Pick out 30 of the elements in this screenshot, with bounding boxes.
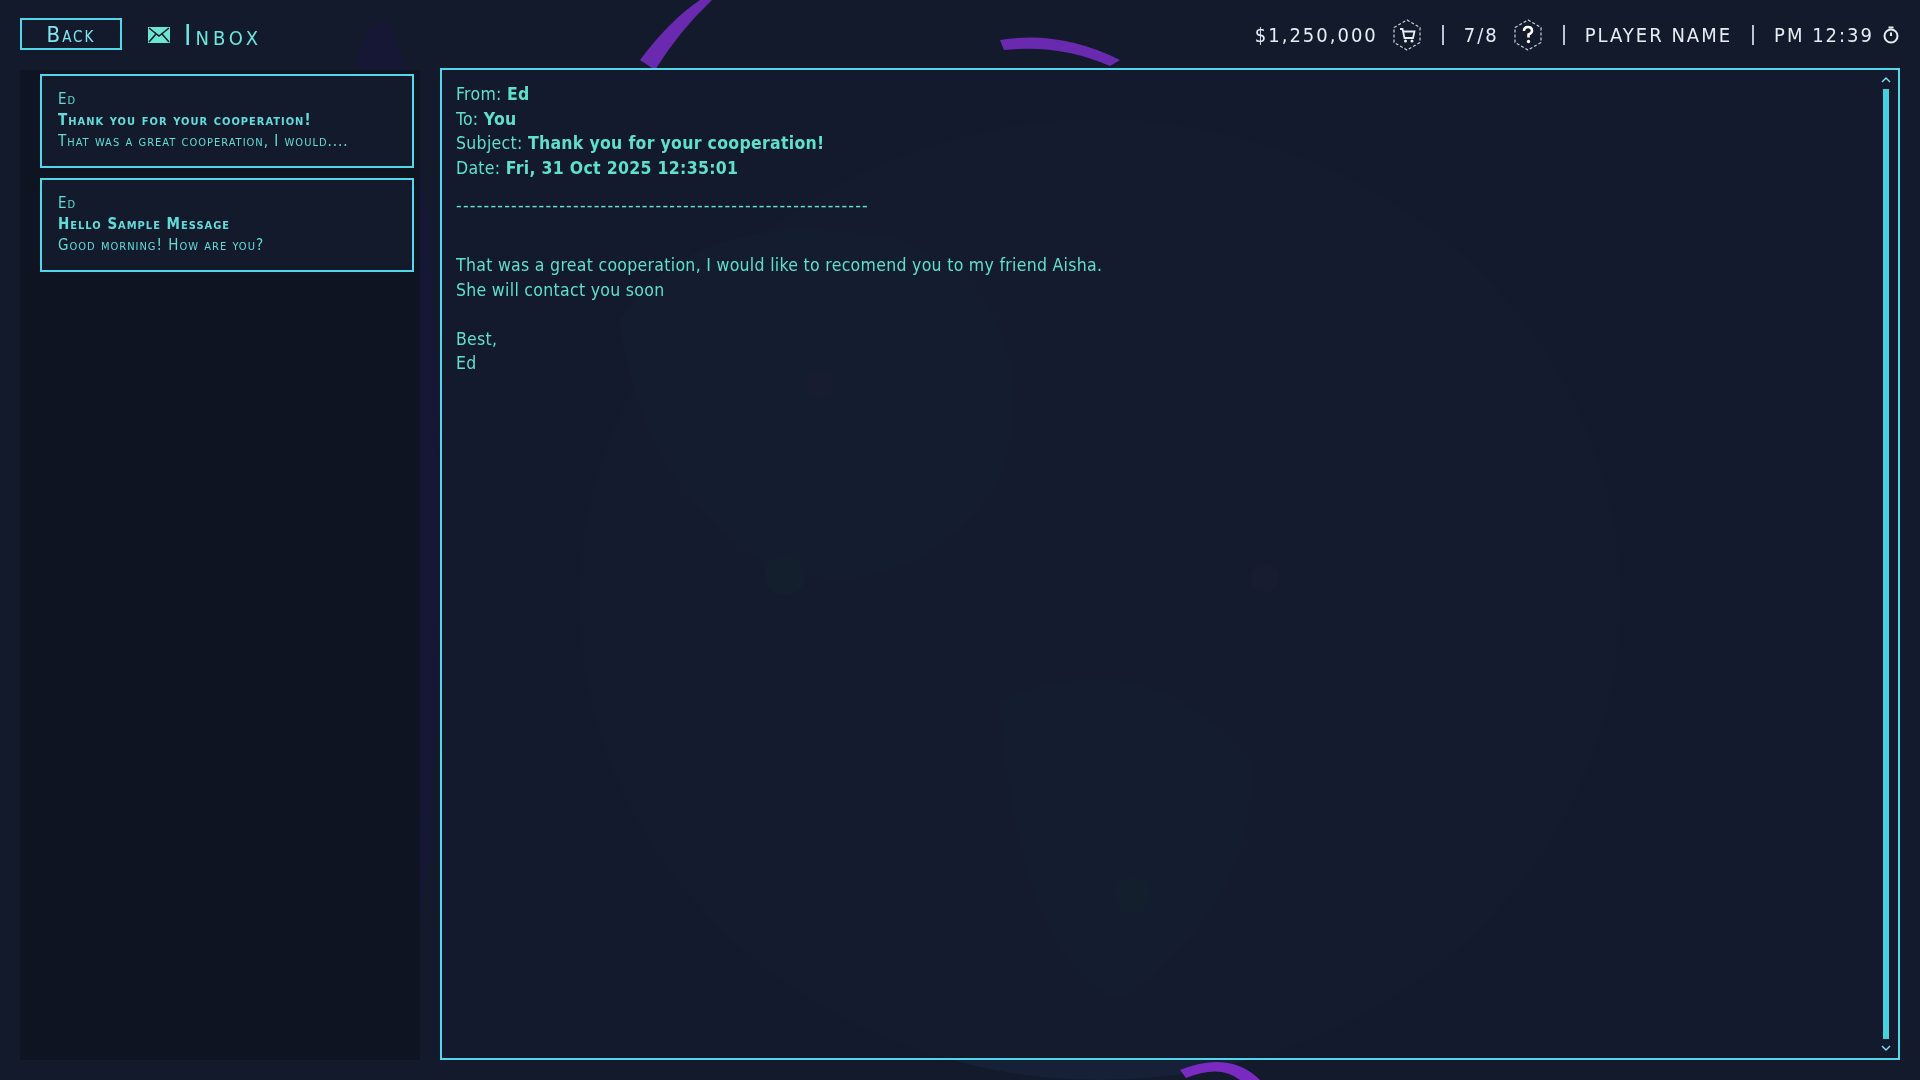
progress-count: 7/8 bbox=[1463, 23, 1499, 47]
money-amount: $1,250,000 bbox=[1254, 23, 1378, 47]
message-sender: Ed bbox=[58, 194, 78, 212]
email-body-line: She will contact you soon bbox=[456, 278, 666, 302]
help-icon[interactable] bbox=[1512, 19, 1543, 51]
player-name: PLAYER NAME bbox=[1584, 23, 1733, 47]
message-preview: That was a great cooperation, I would.... bbox=[58, 132, 350, 150]
scrollbar[interactable] bbox=[1883, 89, 1889, 1039]
email-header-field: From: Ed bbox=[456, 82, 1860, 107]
message-sender: Ed bbox=[58, 90, 78, 108]
scroll-down-icon[interactable] bbox=[1881, 1045, 1891, 1052]
message-item[interactable]: Ed Hello Sample Message Good morning! How are you? bbox=[40, 178, 414, 272]
email-body-line: Best, bbox=[456, 327, 499, 351]
email-header-field: Date: Fri, 31 Oct 2025 12:35:01 bbox=[456, 155, 1860, 180]
email-header-field: To: You bbox=[456, 106, 1860, 131]
scroll-up-icon[interactable] bbox=[1881, 76, 1891, 83]
email-body-line: Ed bbox=[456, 352, 478, 375]
separator-line: ------------------------------------------------------------ bbox=[456, 194, 870, 217]
stopwatch-icon bbox=[1882, 26, 1900, 44]
page-title: Inbox bbox=[184, 18, 263, 52]
cart-icon[interactable] bbox=[1391, 19, 1422, 51]
message-preview: Good morning! How are you? bbox=[58, 236, 266, 254]
email-body-line: That was a great cooperation, I would like to recomend you to my friend Aisha. bbox=[456, 254, 1104, 277]
back-button[interactable]: Back bbox=[20, 18, 122, 50]
mail-icon bbox=[148, 27, 170, 43]
clock-time: PM 12:39 bbox=[1774, 23, 1874, 47]
message-subject: Thank you for your cooperation! bbox=[58, 111, 313, 129]
email-header-field: Subject: Thank you for your cooperation! bbox=[456, 131, 1860, 156]
message-item[interactable]: Ed Thank you for your cooperation! That was a great cooperation, I would.... bbox=[40, 74, 414, 168]
message-subject: Hello Sample Message bbox=[58, 215, 232, 233]
